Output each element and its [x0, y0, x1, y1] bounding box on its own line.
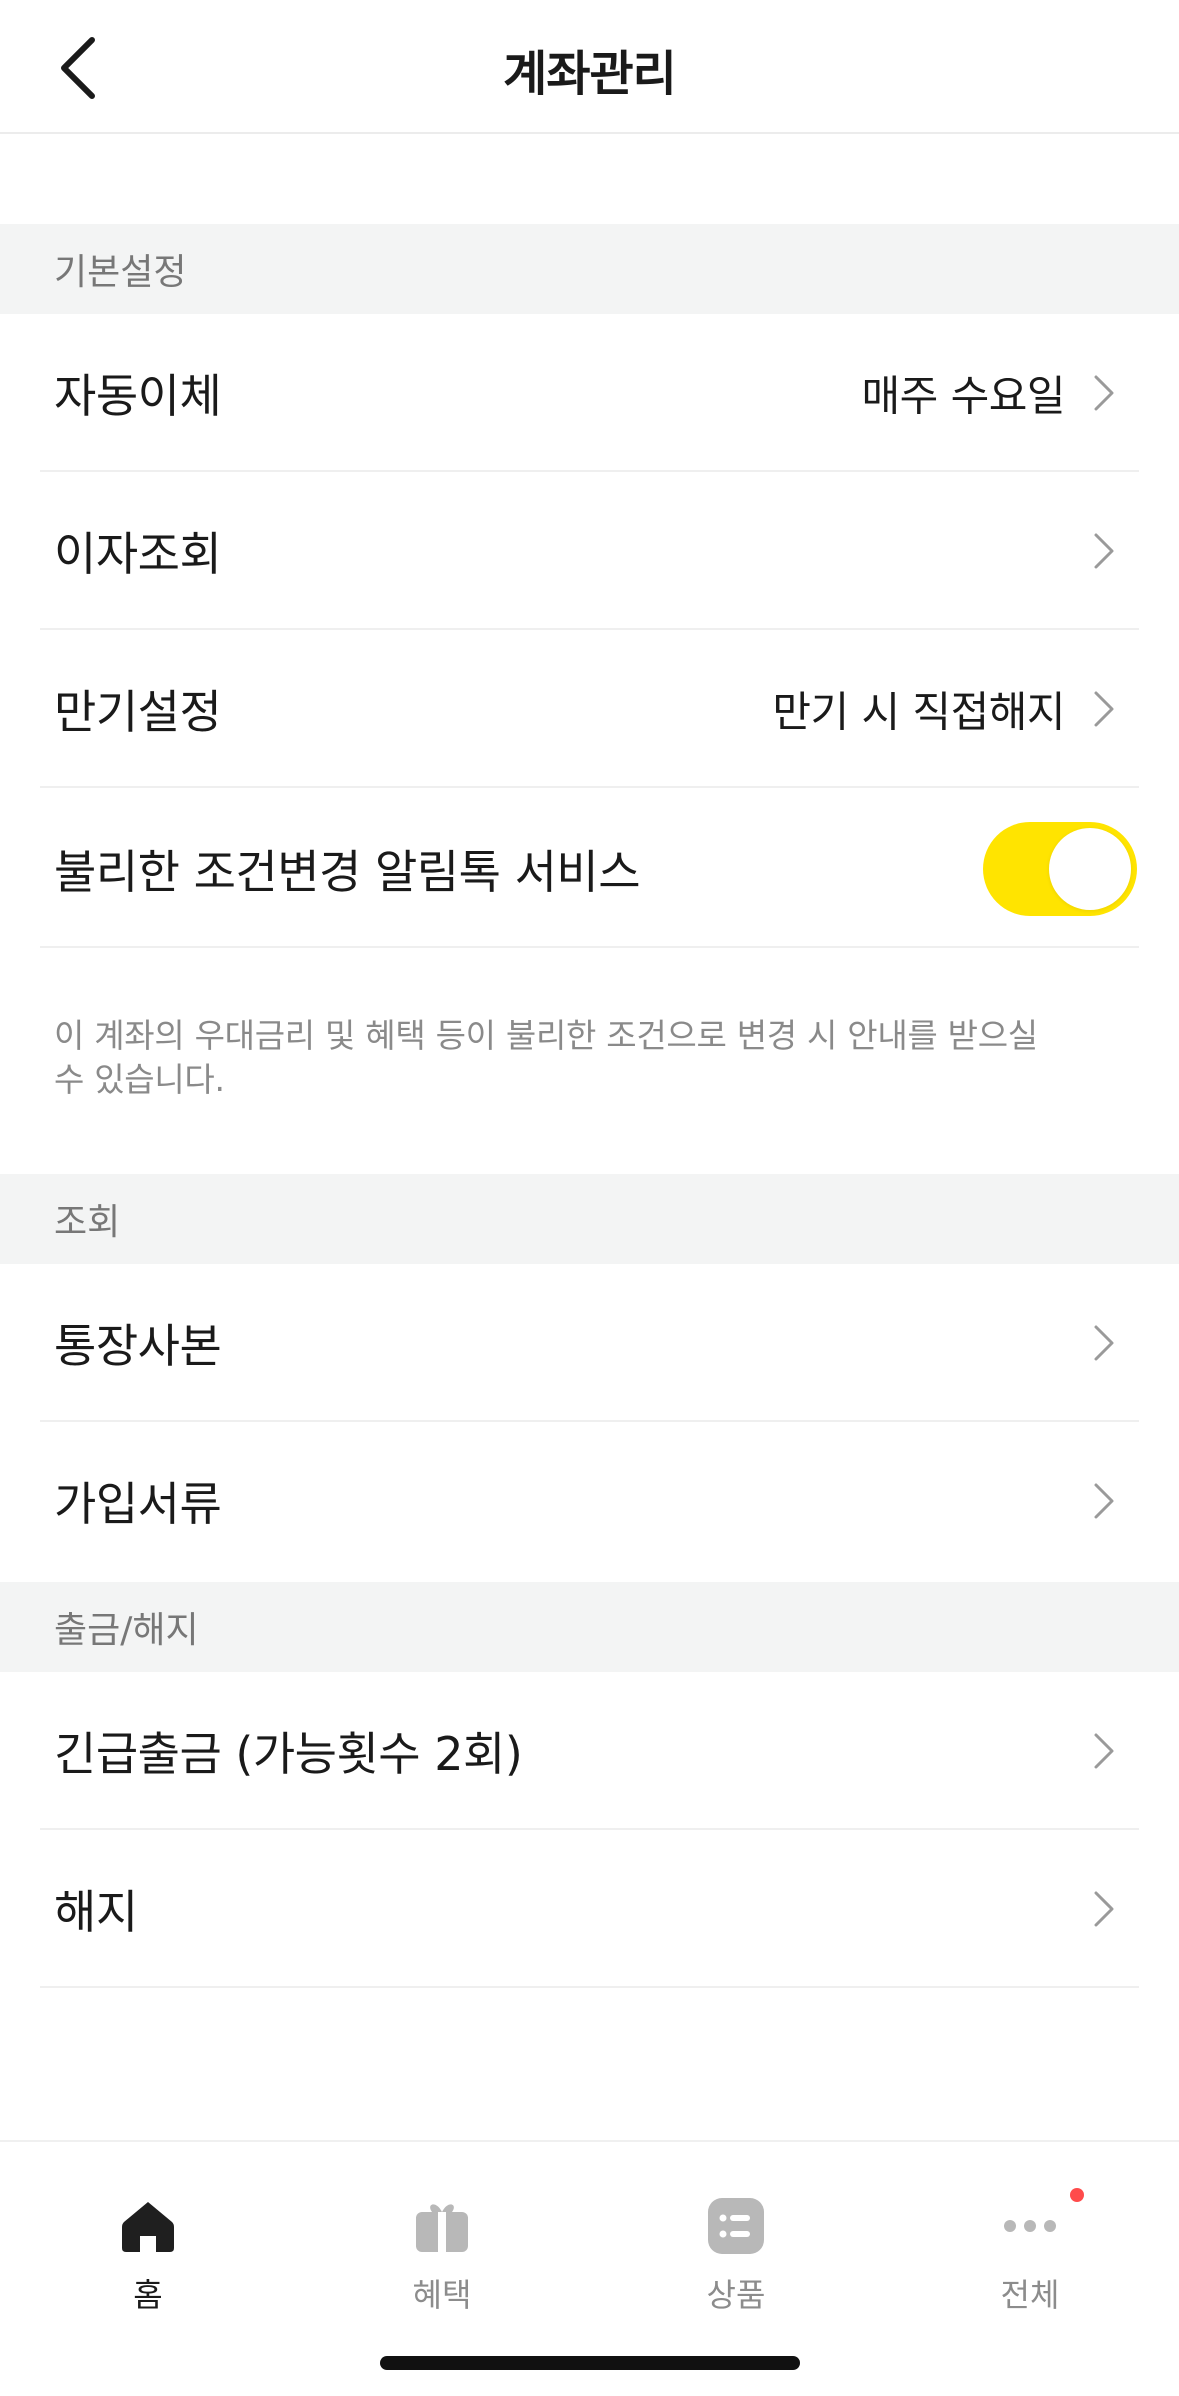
tab-home[interactable]: 홈 [48, 2170, 248, 2314]
row-emergency-withdraw[interactable]: 긴급출금 (가능횟수 2회) [0, 1672, 1179, 1830]
top-nav-bar: 계좌관리 [0, 0, 1179, 134]
auto-transfer-value: 매주 수요일 [861, 371, 1065, 421]
more-icon [1004, 2220, 1056, 2232]
chevron-right-icon [1094, 1733, 1114, 1769]
maturity-value: 만기 시 직접해지 [772, 687, 1065, 737]
row-auto-transfer[interactable]: 자동이체 매주 수요일 [0, 314, 1179, 472]
notification-badge [1070, 2188, 1084, 2202]
row-divider [40, 946, 1139, 948]
chevron-right-icon [1094, 1483, 1114, 1519]
alert-description: 이 계좌의 우대금리 및 혜택 등이 불리한 조건으로 변경 시 안내를 받으실… [54, 1016, 1038, 1099]
cancel-label: 해지 [54, 1885, 138, 1939]
alert-service-label: 불리한 조건변경 알림톡 서비스 [54, 845, 641, 899]
row-documents[interactable]: 가입서류 [0, 1422, 1179, 1580]
account-management-screen: 계좌관리 이체수단 연결계좌 기본설정 자동이체 매주 수요일 이자조회 만기설… [0, 0, 1179, 2396]
maturity-label: 만기설정 [54, 685, 222, 739]
tab-products-label: 상품 [706, 2276, 766, 2314]
chevron-right-icon [1094, 1325, 1114, 1361]
auto-transfer-label: 자동이체 [54, 369, 222, 423]
page-title: 계좌관리 [503, 46, 677, 102]
row-divider [40, 786, 1139, 788]
row-cancel-account[interactable]: 해지 [0, 1830, 1179, 1988]
documents-label: 가입서류 [54, 1477, 222, 1531]
row-interest[interactable]: 이자조회 [0, 472, 1179, 630]
chevron-right-icon [1094, 375, 1114, 411]
chevron-right-icon [1094, 533, 1114, 569]
section-header-inquiry: 조회 [0, 1174, 1179, 1264]
row-passbook-copy[interactable]: 통장사본 [0, 1264, 1179, 1422]
tab-benefits[interactable]: 혜택 [342, 2170, 542, 2314]
tab-products[interactable]: 상품 [636, 2170, 836, 2314]
row-alert-service: 불리한 조건변경 알림톡 서비스 [0, 790, 1179, 948]
tab-benefits-label: 혜택 [412, 2276, 472, 2314]
passbook-label: 통장사본 [54, 1319, 222, 1373]
chevron-right-icon [1094, 1891, 1114, 1927]
tab-home-label: 홈 [133, 2276, 163, 2314]
chevron-right-icon [1094, 691, 1114, 727]
row-maturity[interactable]: 만기설정 만기 시 직접해지 [0, 630, 1179, 788]
alert-service-toggle[interactable] [983, 822, 1137, 916]
emergency-withdraw-label: 긴급출금 (가능횟수 2회) [54, 1727, 523, 1781]
interest-label: 이자조회 [54, 527, 222, 581]
section-header-basic: 기본설정 [0, 224, 1179, 314]
list-icon [708, 2198, 764, 2254]
home-indicator [380, 2356, 800, 2370]
tab-all[interactable]: 전체 [930, 2170, 1130, 2314]
gift-icon [416, 2204, 468, 2252]
row-divider [40, 1986, 1139, 1988]
tab-all-label: 전체 [1000, 2276, 1060, 2314]
home-icon [122, 2202, 174, 2252]
section-header-withdraw: 출금/해지 [0, 1582, 1179, 1672]
toggle-knob [1049, 828, 1131, 910]
